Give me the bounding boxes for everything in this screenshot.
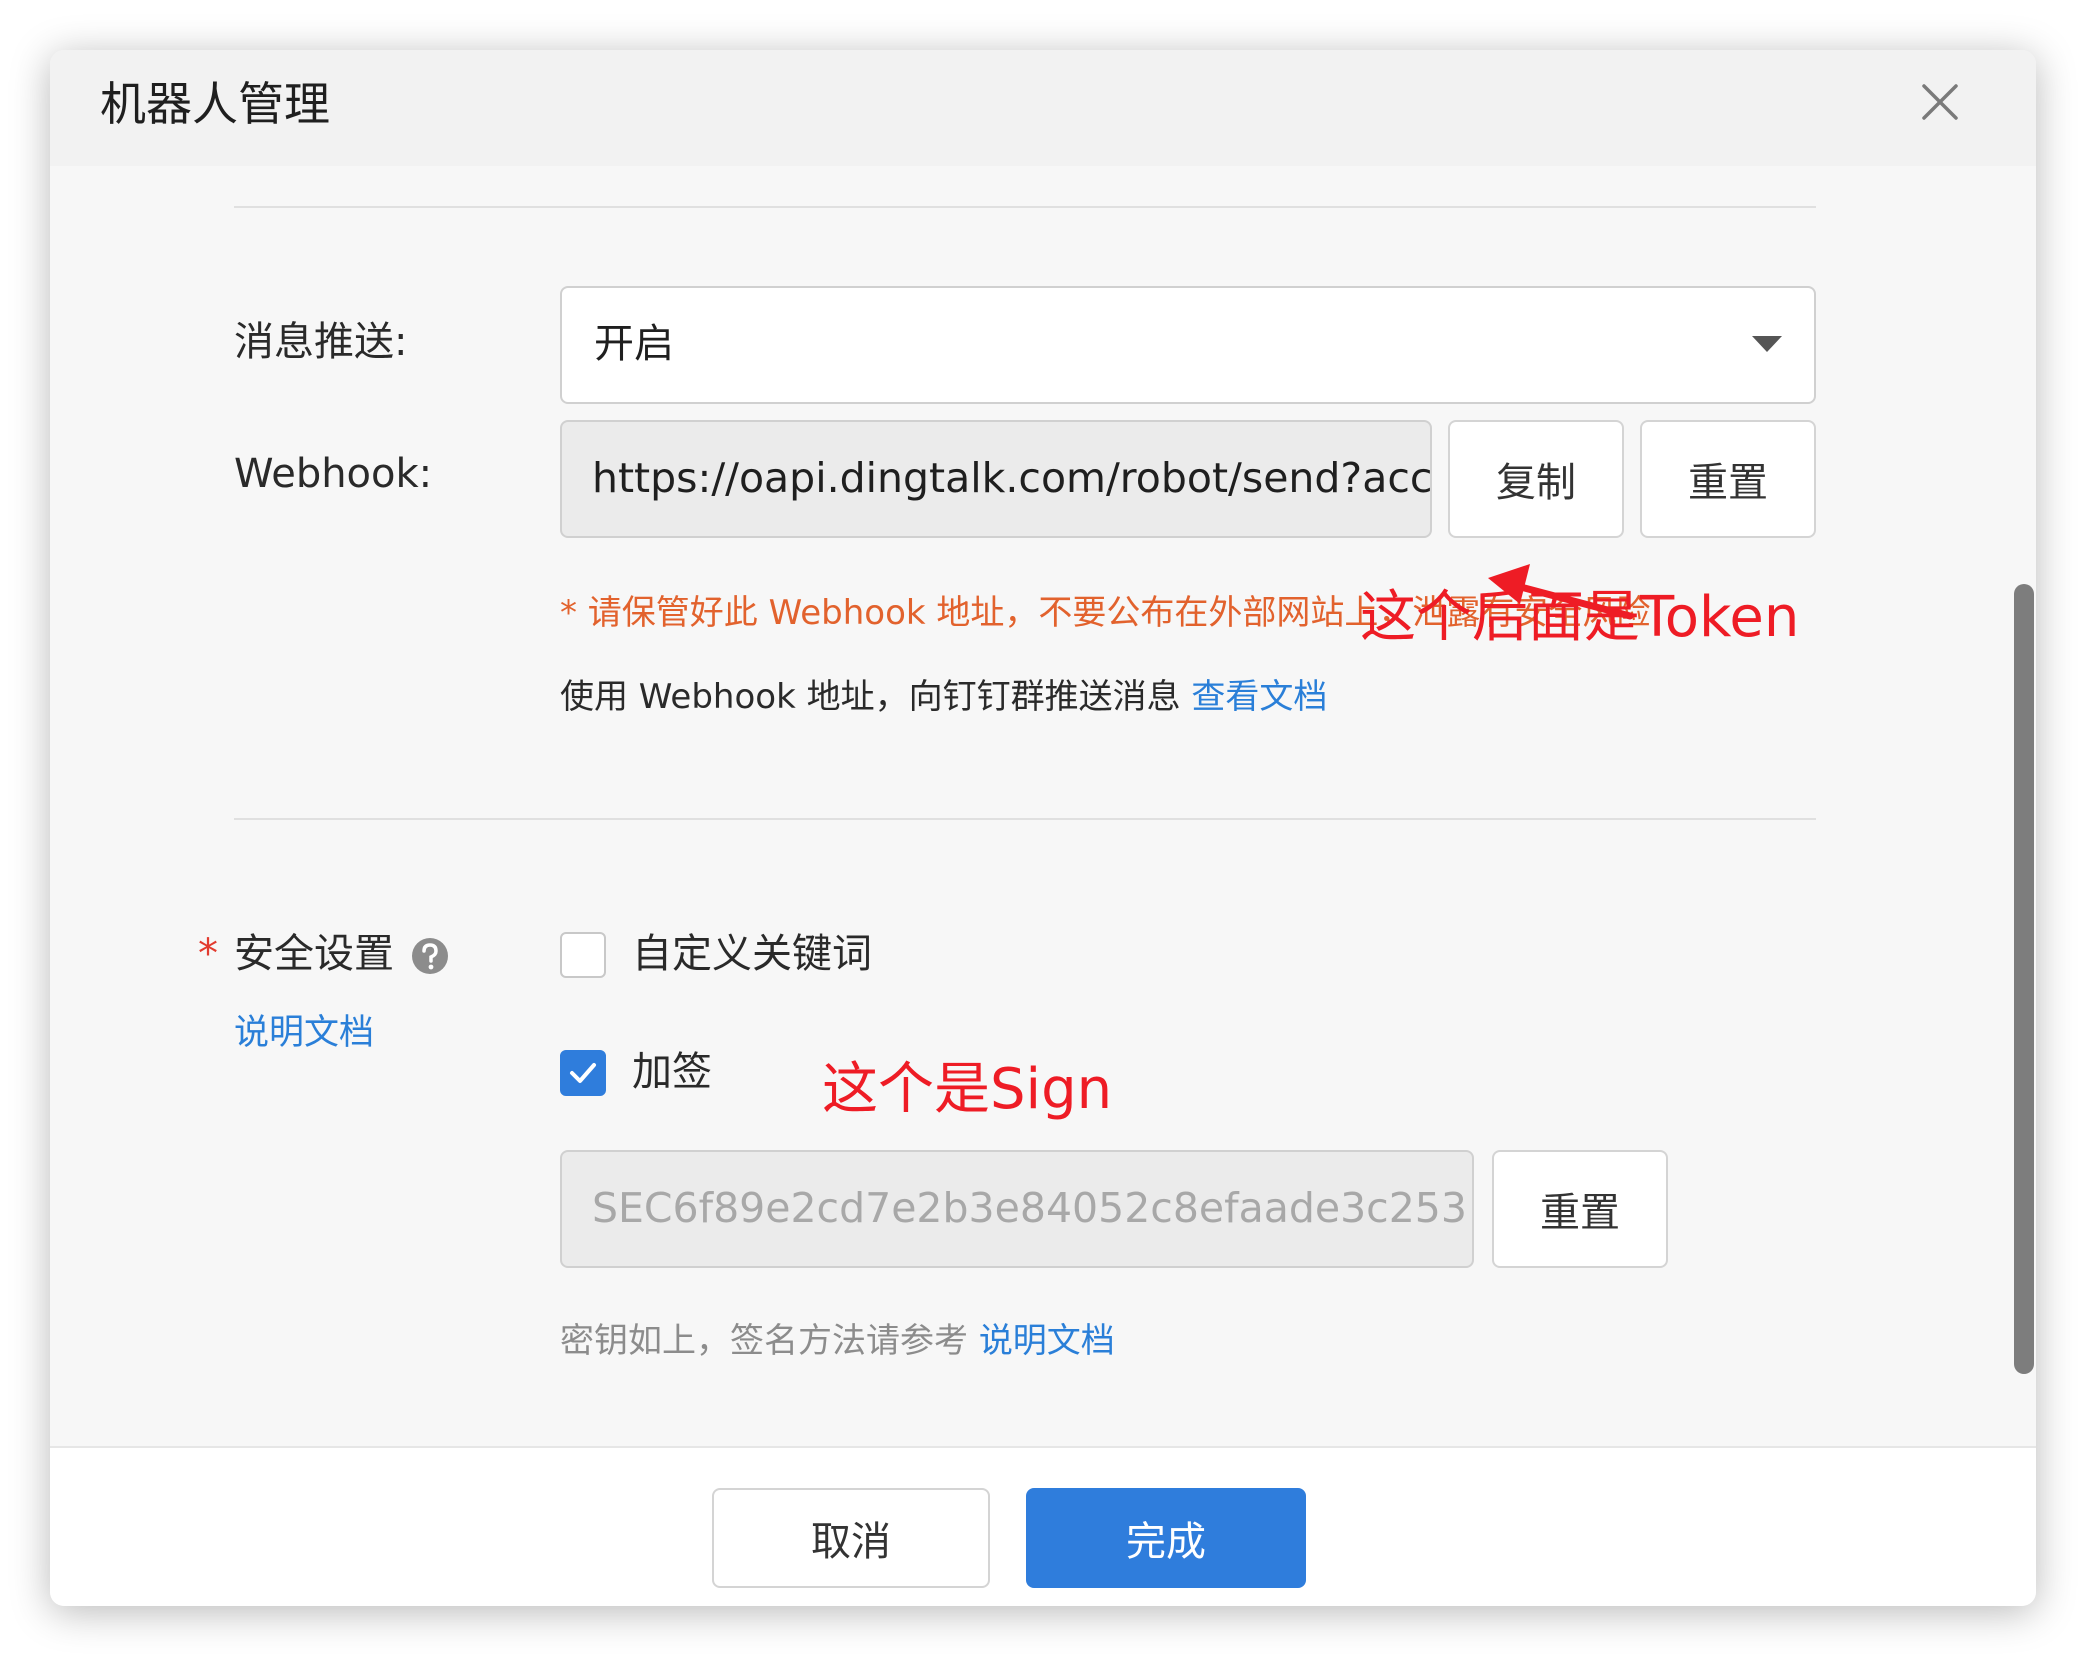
secret-field[interactable]: SEC6f89e2cd7e2b3e84052c8efaade3c253 bbox=[560, 1150, 1474, 1268]
message-push-select[interactable]: 开启 bbox=[560, 286, 1816, 404]
required-mark: * bbox=[198, 931, 218, 977]
webhook-doc-link[interactable]: 查看文档 bbox=[1191, 677, 1327, 717]
security-doc-link[interactable]: 说明文档 bbox=[234, 1012, 374, 1054]
secret-value: SEC6f89e2cd7e2b3e84052c8efaade3c253 bbox=[592, 1184, 1467, 1232]
check-icon bbox=[570, 1063, 596, 1083]
question-icon[interactable] bbox=[410, 936, 450, 976]
secret-hint-line: 密钥如上，签名方法请参考 说明文档 bbox=[560, 1318, 1115, 1366]
chevron-down-icon bbox=[1752, 336, 1782, 352]
dialog-title: 机器人管理 bbox=[100, 77, 330, 131]
keyword-checkbox[interactable] bbox=[560, 932, 606, 978]
done-button[interactable]: 完成 bbox=[1026, 1488, 1306, 1588]
copy-webhook-button[interactable]: 复制 bbox=[1448, 420, 1624, 538]
reset-webhook-button[interactable]: 重置 bbox=[1640, 420, 1816, 538]
sign-option-label: 加签 bbox=[632, 1049, 712, 1095]
red-arrow-icon bbox=[1488, 564, 1634, 620]
cancel-button[interactable]: 取消 bbox=[712, 1488, 990, 1588]
robot-management-dialog: 机器人管理 消息推送: 开启 Webhook: https://oapi.din… bbox=[50, 50, 2036, 1606]
secret-hint: 密钥如上，签名方法请参考 bbox=[560, 1321, 968, 1361]
webhook-url-value: https://oapi.dingtalk.com/robot/send?acc bbox=[592, 454, 1432, 502]
message-push-label: 消息推送: bbox=[234, 319, 408, 365]
scrollbar[interactable] bbox=[2014, 584, 2034, 1374]
sign-annotation: 这个是Sign bbox=[822, 1057, 1113, 1122]
top-divider bbox=[234, 206, 1816, 208]
middle-divider bbox=[234, 818, 1816, 820]
message-push-value: 开启 bbox=[594, 321, 674, 367]
dialog-header: 机器人管理 bbox=[50, 50, 2036, 166]
keyword-option-label: 自定义关键词 bbox=[632, 931, 872, 977]
webhook-label: Webhook: bbox=[234, 451, 433, 497]
webhook-url-field[interactable]: https://oapi.dingtalk.com/robot/send?acc bbox=[560, 420, 1432, 538]
dialog-footer: 取消 完成 bbox=[50, 1446, 2036, 1606]
close-icon[interactable] bbox=[1916, 78, 1964, 126]
sign-checkbox[interactable] bbox=[560, 1050, 606, 1096]
reset-secret-button[interactable]: 重置 bbox=[1492, 1150, 1668, 1268]
webhook-hint-line: 使用 Webhook 地址，向钉钉群推送消息 查看文档 bbox=[560, 674, 1327, 722]
secret-doc-link[interactable]: 说明文档 bbox=[979, 1321, 1115, 1361]
security-settings-label: 安全设置 bbox=[234, 931, 394, 977]
webhook-hint: 使用 Webhook 地址，向钉钉群推送消息 bbox=[560, 677, 1181, 717]
